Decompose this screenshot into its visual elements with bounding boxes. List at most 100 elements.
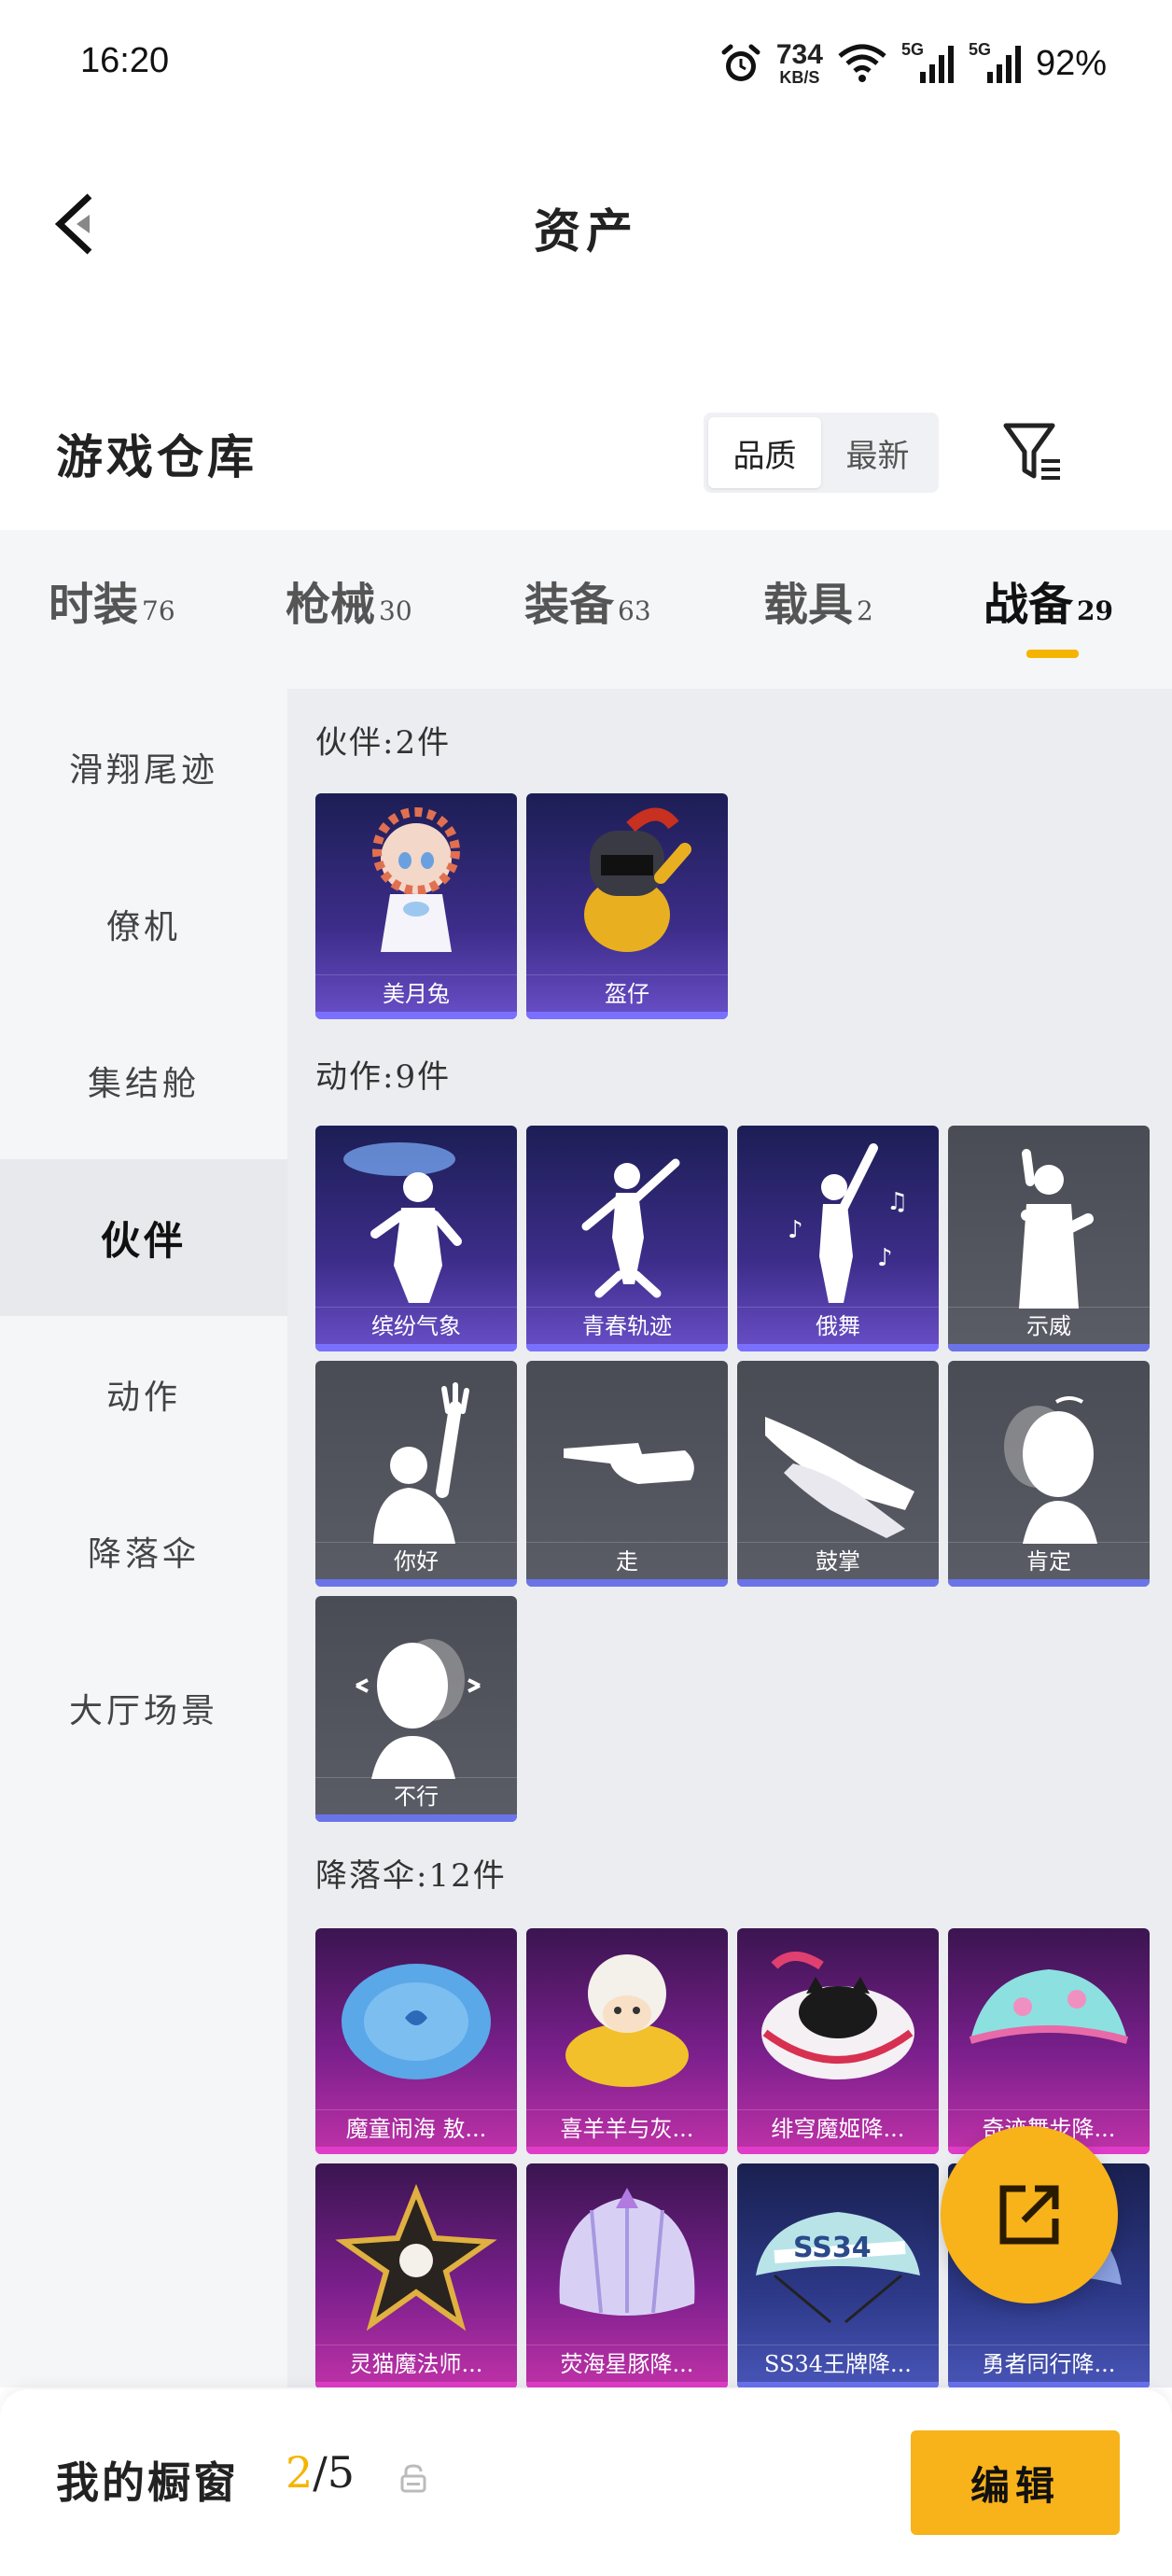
tab-count: 30 bbox=[379, 595, 412, 626]
item-card[interactable]: 喜羊羊与灰... bbox=[526, 1928, 728, 2154]
wifi-icon bbox=[836, 43, 888, 84]
item-label: 灵猫魔法师... bbox=[315, 2345, 517, 2382]
rarity-bar bbox=[526, 1344, 728, 1351]
rarity-bar bbox=[526, 2382, 728, 2387]
net-speed-unit: KB/S bbox=[779, 68, 820, 87]
sidebar-item-lobby-scene[interactable]: 大厅场景 bbox=[0, 1630, 287, 1786]
rarity-bar bbox=[315, 1579, 517, 1587]
cell-signal-icon-2: 5G bbox=[969, 40, 1023, 87]
item-label: SS34王牌降... bbox=[737, 2345, 939, 2382]
item-card[interactable]: SS34 SS34王牌降... bbox=[737, 2163, 939, 2387]
share-button[interactable] bbox=[941, 2126, 1118, 2303]
bunny-doll-icon bbox=[372, 807, 460, 952]
sidebar-item-partner[interactable]: 伙伴 bbox=[0, 1159, 287, 1316]
sort-quality-button[interactable]: 品质 bbox=[708, 417, 821, 488]
rarity-bar bbox=[737, 2147, 939, 2154]
helmet-chick-icon bbox=[584, 807, 691, 952]
active-tab-indicator bbox=[1026, 650, 1079, 658]
showcase-count: 2/5 bbox=[286, 2447, 355, 2498]
tab-count: 63 bbox=[618, 595, 651, 626]
item-card[interactable]: 示威 bbox=[948, 1126, 1150, 1351]
sidebar-item-rally-pod[interactable]: 集结舱 bbox=[0, 1002, 287, 1159]
lock-icon bbox=[400, 2464, 426, 2493]
sheep-parachute-icon bbox=[565, 1954, 689, 2087]
item-card[interactable]: ♪ ♫ ♪ 俄舞 bbox=[737, 1126, 939, 1351]
shaking-head-icon bbox=[356, 1639, 481, 1779]
item-label: 美月兔 bbox=[315, 974, 517, 1012]
item-card[interactable]: 荧海星豚降... bbox=[526, 2163, 728, 2387]
item-card[interactable]: 盔仔 bbox=[526, 793, 728, 1019]
status-bar: 16:20 734 KB/S 5G 5G 92% bbox=[0, 0, 1172, 126]
tab-count: 29 bbox=[1077, 595, 1113, 626]
tab-label: 战备 bbox=[984, 579, 1074, 631]
item-card[interactable]: 鼓掌 bbox=[737, 1361, 939, 1587]
showcase-title: 我的橱窗 bbox=[56, 2457, 239, 2508]
group-title-partners: 伙伴:2件 bbox=[315, 724, 452, 762]
item-card[interactable]: 灵猫魔法师... bbox=[315, 2163, 517, 2387]
item-card[interactable]: 美月兔 bbox=[315, 793, 517, 1019]
tab-vehicles[interactable]: 载具 2 bbox=[763, 567, 873, 633]
emote-figure-icon bbox=[581, 1158, 680, 1298]
item-label: 缤纷气象 bbox=[315, 1307, 517, 1344]
tab-label: 装备 bbox=[524, 579, 615, 631]
item-card[interactable]: 不行 bbox=[315, 1596, 517, 1822]
sidebar-item-parachute[interactable]: 降落伞 bbox=[0, 1473, 287, 1630]
cell-signal-label-2: 5G bbox=[968, 40, 991, 59]
rarity-bar bbox=[315, 1814, 517, 1822]
tab-combat-gear[interactable]: 战备 29 bbox=[984, 567, 1113, 633]
item-label: 鼓掌 bbox=[737, 1542, 939, 1579]
sidebar-item-glide-trail[interactable]: 滑翔尾迹 bbox=[0, 689, 287, 846]
wave-hand-icon bbox=[373, 1382, 469, 1544]
cell-signal-icon: 5G bbox=[901, 40, 956, 87]
item-card[interactable]: 缤纷气象 bbox=[315, 1126, 517, 1351]
rarity-bar bbox=[315, 1012, 517, 1019]
item-card[interactable]: 你好 bbox=[315, 1361, 517, 1587]
showcase-bar: 我的橱窗 2/5 编辑 bbox=[0, 2389, 1172, 2576]
rarity-bar bbox=[948, 1579, 1150, 1587]
clapping-hands-icon bbox=[765, 1417, 914, 1538]
net-speed: 734 KB/S bbox=[776, 41, 823, 87]
status-time: 16:20 bbox=[80, 41, 170, 80]
rarity-bar bbox=[315, 2382, 517, 2387]
showcase-count-total: /5 bbox=[313, 2447, 356, 2498]
tab-equipment[interactable]: 装备 63 bbox=[524, 567, 651, 633]
cell-signal-label: 5G bbox=[900, 40, 924, 59]
sidebar-item-wingman[interactable]: 僚机 bbox=[0, 846, 287, 1002]
item-label: 你好 bbox=[315, 1542, 517, 1579]
item-card[interactable]: 魔童闹海 敖... bbox=[315, 1928, 517, 2154]
sort-latest-button[interactable]: 最新 bbox=[821, 417, 934, 488]
item-card[interactable]: 绯穹魔姬降... bbox=[737, 1928, 939, 2154]
item-label: 肯定 bbox=[948, 1542, 1150, 1579]
page-header: 资产 bbox=[0, 159, 1172, 280]
rarity-bar bbox=[737, 2382, 939, 2387]
alarm-icon bbox=[719, 41, 763, 86]
item-card[interactable]: 奇迹舞步降... bbox=[948, 1928, 1150, 2154]
rarity-bar bbox=[315, 2147, 517, 2154]
sidebar-item-action[interactable]: 动作 bbox=[0, 1316, 287, 1473]
emote-figure-icon bbox=[343, 1142, 462, 1303]
edit-button[interactable]: 编辑 bbox=[911, 2430, 1120, 2535]
item-card[interactable]: 青春轨迹 bbox=[526, 1126, 728, 1351]
share-icon bbox=[999, 2185, 1059, 2245]
tab-firearms[interactable]: 枪械 30 bbox=[286, 567, 412, 633]
item-label: 走 bbox=[526, 1542, 728, 1579]
group-title-parachutes: 降落伞:12件 bbox=[315, 1857, 507, 1895]
item-label: 勇者同行降... bbox=[948, 2345, 1150, 2382]
showcase-count-current: 2 bbox=[286, 2447, 314, 2498]
item-label: 魔童闹海 敖... bbox=[315, 2109, 517, 2147]
svg-text:♪: ♪ bbox=[788, 1216, 803, 1244]
rarity-bar bbox=[948, 2382, 1150, 2387]
tab-fashion[interactable]: 时装 76 bbox=[49, 567, 175, 633]
category-tabs: 时装 76 枪械 30 装备 63 载具 2 战备 29 bbox=[0, 530, 1172, 689]
rarity-bar bbox=[948, 1344, 1150, 1351]
sidebar: 滑翔尾迹 僚机 集结舱 伙伴 动作 降落伞 大厅场景 bbox=[0, 689, 287, 2387]
filter-icon[interactable] bbox=[1000, 418, 1066, 485]
item-card[interactable]: 肯定 bbox=[948, 1361, 1150, 1587]
item-card[interactable]: 走 bbox=[526, 1361, 728, 1587]
tab-count: 2 bbox=[857, 595, 873, 626]
parachute-icon bbox=[969, 1969, 1129, 2044]
item-label: 俄舞 bbox=[737, 1307, 939, 1344]
rarity-bar bbox=[315, 1344, 517, 1351]
item-label: 青春轨迹 bbox=[526, 1307, 728, 1344]
sort-toggle: 品质 最新 bbox=[704, 413, 939, 493]
